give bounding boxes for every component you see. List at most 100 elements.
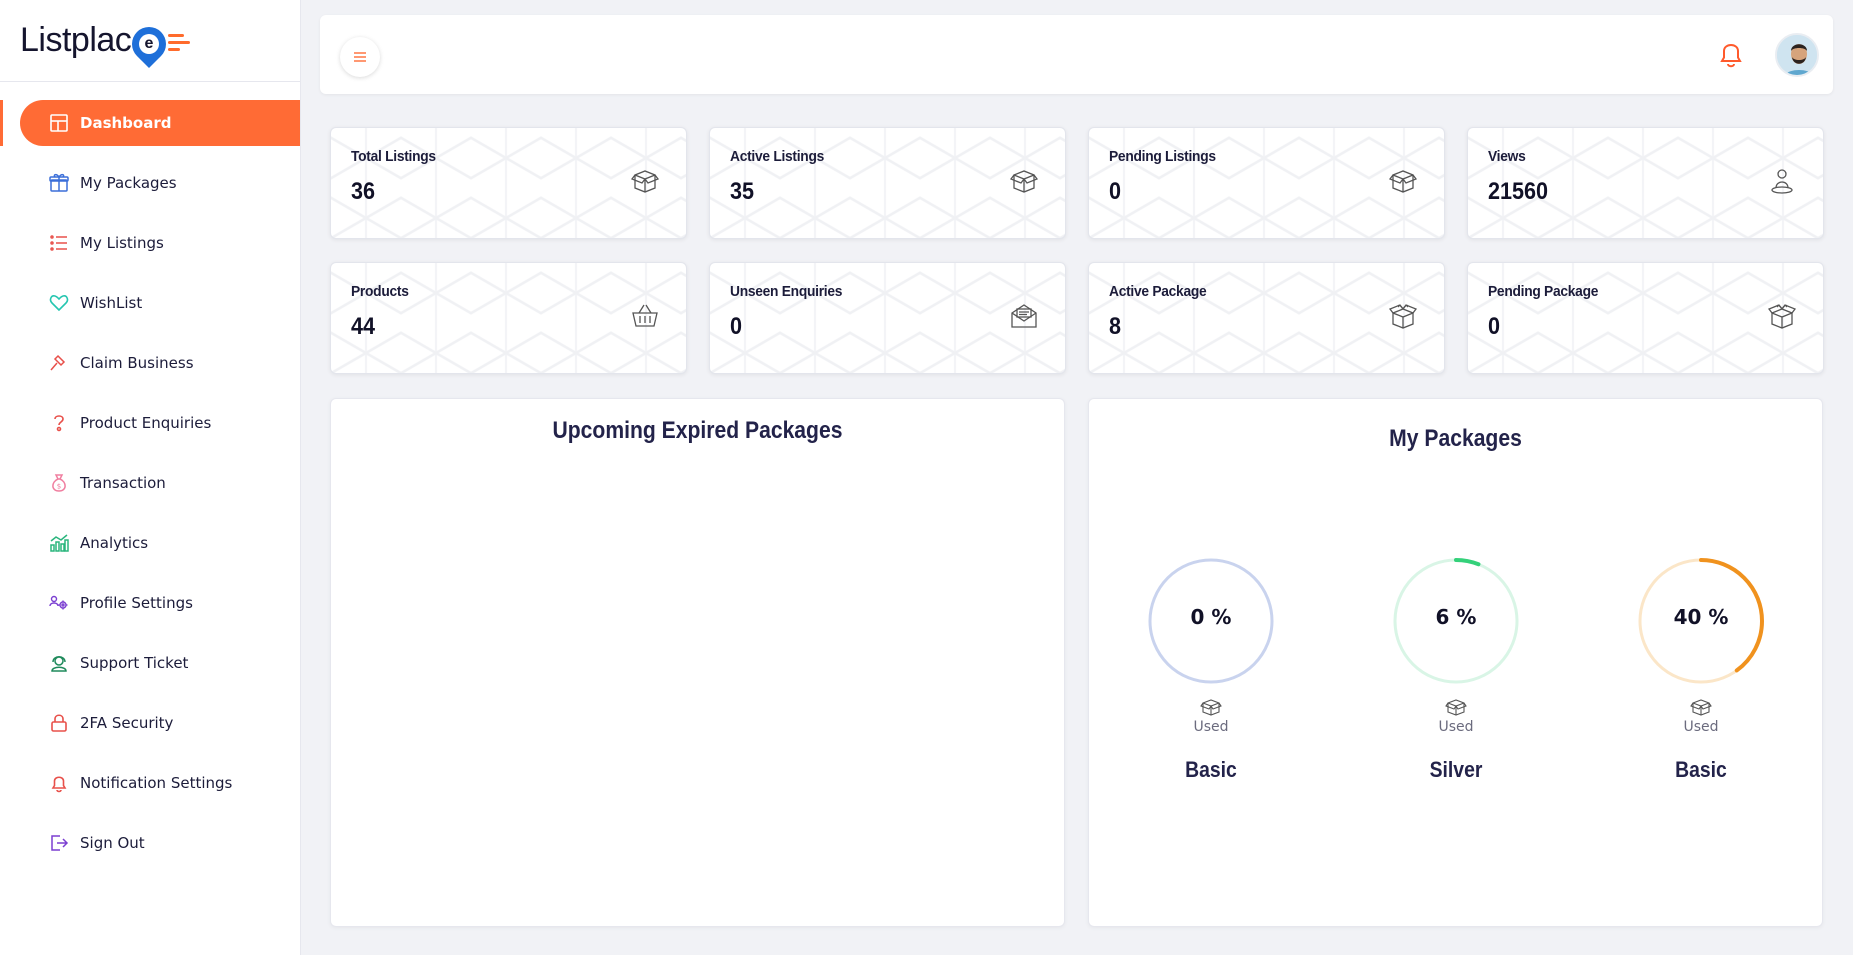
stat-value: 35	[730, 178, 755, 205]
stat-label: Products	[351, 283, 409, 300]
support-icon	[48, 652, 70, 674]
stat-label: Total Listings	[351, 148, 436, 165]
question-icon	[48, 412, 70, 434]
sidebar-item-label: My Listings	[80, 234, 164, 252]
sign-out-icon	[48, 832, 70, 854]
money-bag-icon: $	[48, 472, 70, 494]
stat-card-pending-package[interactable]: Pending Package 0	[1467, 262, 1824, 374]
speed-dashes-icon	[168, 34, 191, 51]
sidebar-item-analytics[interactable]: Analytics	[20, 520, 300, 566]
my-packages-panel: My Packages 0 % Used Basic 6 % Used Silv…	[1088, 398, 1823, 927]
progress-ring: 6 %	[1392, 557, 1520, 685]
sidebar-item-support-ticket[interactable]: Support Ticket	[20, 640, 300, 686]
sidebar-item-2fa-security[interactable]: 2FA Security	[20, 700, 300, 746]
sidebar-item-transaction[interactable]: $ Transaction	[20, 460, 300, 506]
stat-label: Active Package	[1109, 283, 1207, 300]
user-stand-icon	[1767, 166, 1797, 196]
sidebar-item-product-enquiries[interactable]: Product Enquiries	[20, 400, 300, 446]
user-avatar[interactable]	[1775, 33, 1819, 77]
stat-value: 0	[730, 313, 743, 340]
sidebar-item-claim-business[interactable]: Claim Business	[20, 340, 300, 386]
grid-icon	[48, 112, 70, 134]
analytics-icon	[48, 532, 70, 554]
sidebar-item-label: 2FA Security	[80, 714, 174, 732]
sidebar-item-label: WishList	[80, 294, 143, 312]
progress-ring: 40 %	[1637, 557, 1765, 685]
gift-box-icon	[1388, 301, 1418, 331]
stat-value: 21560	[1488, 178, 1549, 205]
used-label: Used	[1683, 719, 1719, 735]
stat-card-active-listings[interactable]: Active Listings 35	[709, 127, 1066, 239]
list-icon	[48, 232, 70, 254]
sidebar-item-label: Claim Business	[80, 354, 194, 372]
lock-icon	[48, 712, 70, 734]
stat-label: Pending Package	[1488, 283, 1599, 300]
hammer-icon	[48, 352, 70, 374]
sidebar-item-profile-settings[interactable]: Profile Settings	[20, 580, 300, 626]
box-icon	[630, 166, 660, 196]
stat-label: Views	[1488, 148, 1526, 165]
usage-percent: 40 %	[1673, 605, 1729, 629]
sidebar-item-label: Notification Settings	[80, 774, 233, 792]
sidebar-item-label: Support Ticket	[80, 654, 189, 672]
basket-icon	[630, 301, 660, 331]
stat-value: 0	[1488, 313, 1501, 340]
package-usage-basic-1[interactable]: 0 % Used Basic	[1146, 557, 1276, 783]
stat-card-active-package[interactable]: Active Package 8	[1088, 262, 1445, 374]
sidebar-item-sign-out[interactable]: Sign Out	[20, 820, 300, 866]
top-bar	[320, 15, 1833, 94]
panel-title: My Packages	[1389, 425, 1522, 452]
sidebar: Listplac e Dashboard My Packages My List…	[0, 0, 301, 955]
stat-card-unseen-enquiries[interactable]: Unseen Enquiries 0	[709, 262, 1066, 374]
stat-value: 44	[351, 313, 376, 340]
usage-percent: 6 %	[1435, 605, 1477, 629]
box-icon	[1690, 697, 1712, 717]
stat-label: Unseen Enquiries	[730, 283, 843, 300]
mail-open-icon	[1009, 301, 1039, 331]
sidebar-item-my-packages[interactable]: My Packages	[20, 160, 300, 206]
avatar-image	[1777, 35, 1817, 75]
stat-card-pending-listings[interactable]: Pending Listings 0	[1088, 127, 1445, 239]
stat-label: Pending Listings	[1109, 148, 1216, 165]
package-usage-basic-2[interactable]: 40 % Used Basic	[1636, 557, 1766, 783]
stat-card-total-listings[interactable]: Total Listings 36	[330, 127, 687, 239]
upcoming-expired-packages-panel: Upcoming Expired Packages	[330, 398, 1065, 927]
sidebar-item-wishlist[interactable]: WishList	[20, 280, 300, 326]
progress-ring: 0 %	[1147, 557, 1275, 685]
gift-box-icon	[1767, 301, 1797, 331]
stat-value: 8	[1109, 313, 1122, 340]
usage-percent: 0 %	[1190, 605, 1232, 629]
gift-icon	[48, 172, 70, 194]
brand-name: Listplac	[20, 21, 132, 59]
sidebar-item-label: Transaction	[80, 474, 166, 492]
sidebar-item-label: Dashboard	[80, 114, 172, 132]
sidebar-item-dashboard[interactable]: Dashboard	[0, 100, 300, 146]
sidebar-item-label: Sign Out	[80, 834, 145, 852]
box-icon	[1009, 166, 1039, 196]
box-icon	[1200, 697, 1222, 717]
box-icon	[1388, 166, 1418, 196]
package-usage-silver[interactable]: 6 % Used Silver	[1391, 557, 1521, 783]
stat-value: 0	[1109, 178, 1122, 205]
brand-pin-letter: e	[139, 33, 160, 54]
sidebar-nav: Dashboard My Packages My Listings WishLi…	[0, 82, 300, 866]
heart-icon	[48, 292, 70, 314]
stat-card-views[interactable]: Views 21560	[1467, 127, 1824, 239]
svg-text:$: $	[57, 483, 61, 491]
stat-value: 36	[351, 178, 376, 205]
menu-toggle-button[interactable]	[340, 37, 380, 77]
sidebar-item-my-listings[interactable]: My Listings	[20, 220, 300, 266]
stat-card-products[interactable]: Products 44	[330, 262, 687, 374]
panel-title: Upcoming Expired Packages	[552, 417, 843, 444]
box-icon	[1445, 697, 1467, 717]
brand-logo[interactable]: Listplac e	[0, 0, 300, 82]
hamburger-icon	[354, 52, 366, 62]
bell-icon	[48, 772, 70, 794]
users-gear-icon	[48, 592, 70, 614]
stat-label: Active Listings	[730, 148, 825, 165]
notification-bell-button[interactable]	[1717, 39, 1745, 69]
package-name: Basic	[1675, 757, 1727, 782]
sidebar-item-notification-settings[interactable]: Notification Settings	[20, 760, 300, 806]
used-label: Used	[1193, 719, 1229, 735]
sidebar-item-label: My Packages	[80, 174, 177, 192]
